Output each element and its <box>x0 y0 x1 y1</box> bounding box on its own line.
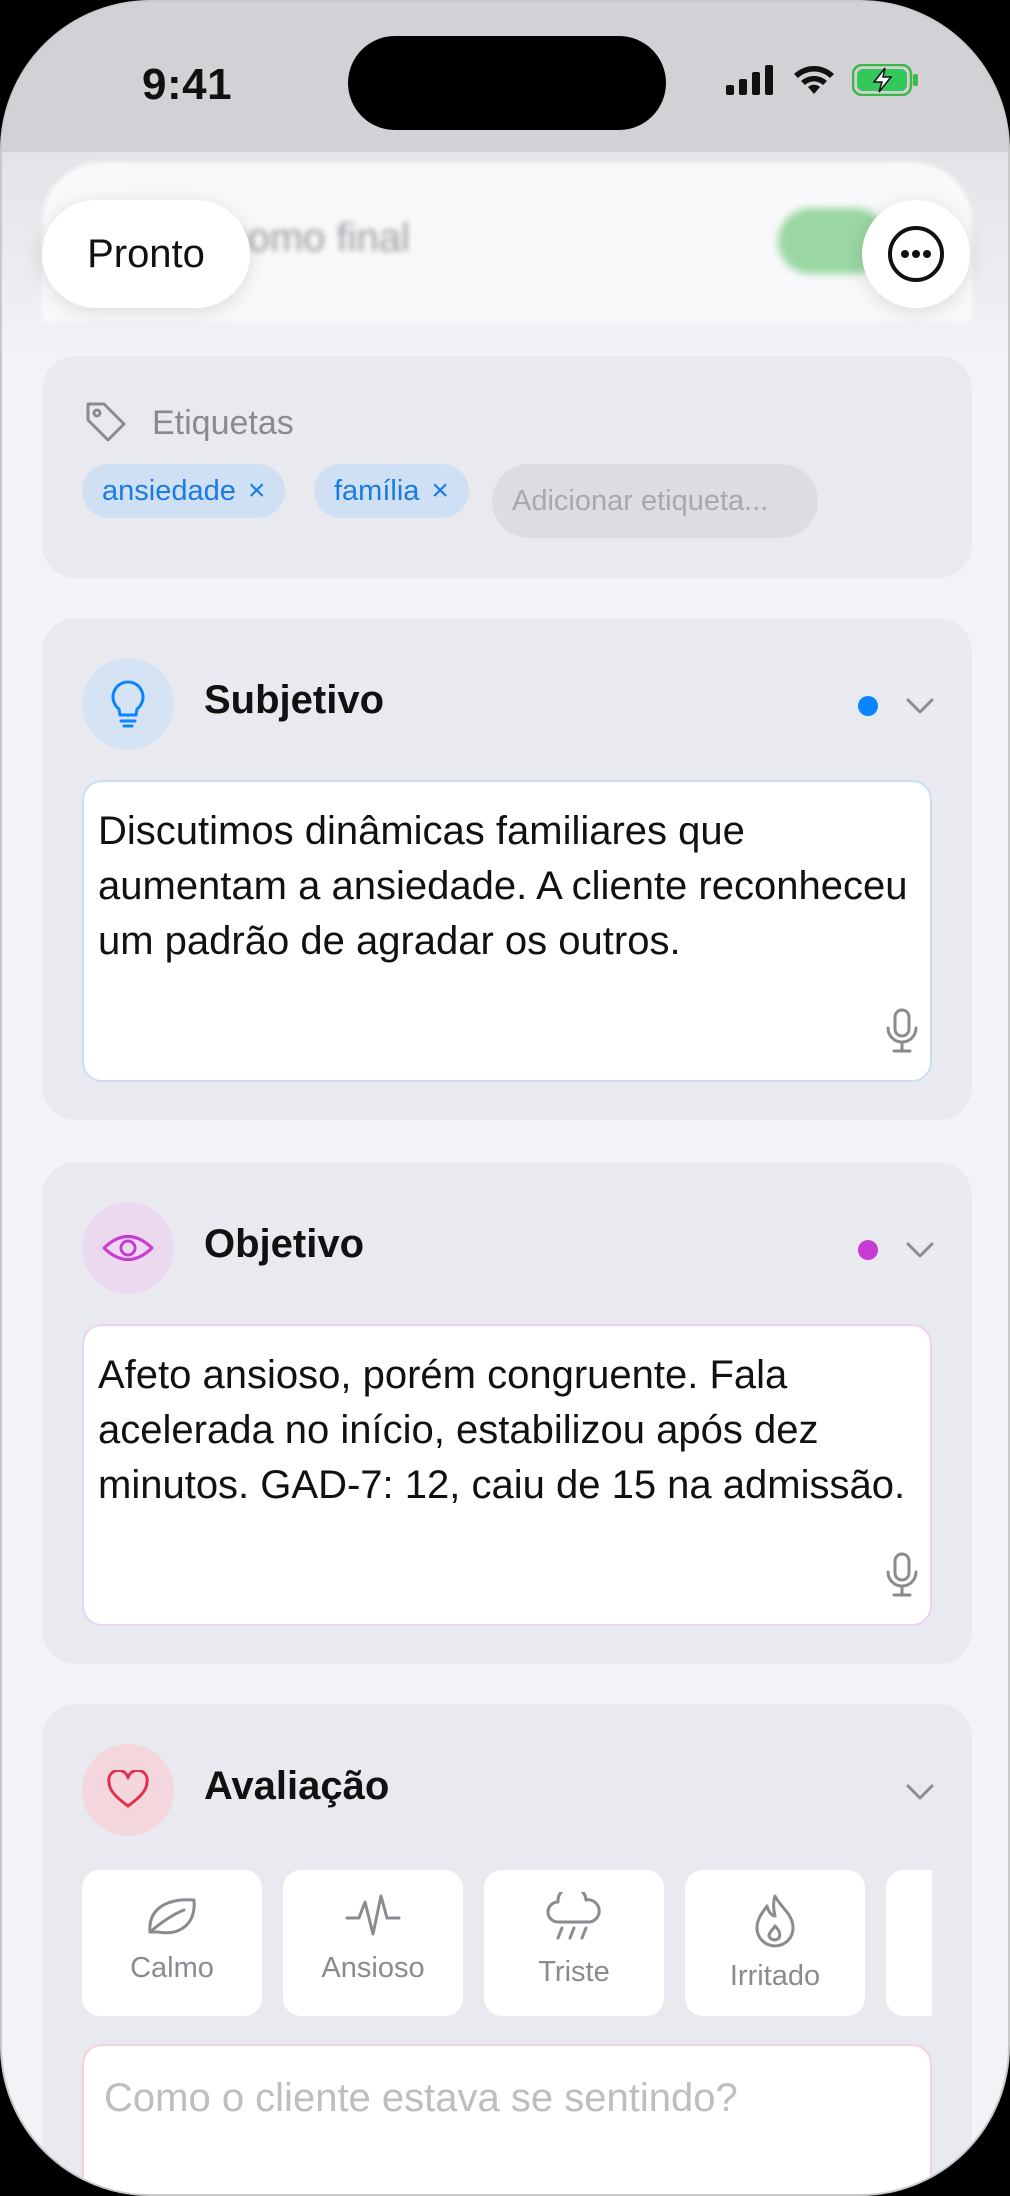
subjective-text: Discutimos dinâmicas familiares que aume… <box>98 809 908 963</box>
signal-icon <box>726 65 773 95</box>
assessment-title: Avaliação <box>204 1764 390 1808</box>
assessment-icon-badge <box>82 1744 174 1836</box>
mood-option-ansioso[interactable]: Ansioso <box>283 1870 463 2016</box>
eye-icon <box>102 1235 154 1261</box>
mood-option-irritado[interactable]: Irritado <box>685 1870 865 2016</box>
subjective-icon-badge <box>82 658 174 750</box>
more-options-button[interactable] <box>862 200 970 308</box>
chevron-down-icon[interactable] <box>904 690 936 722</box>
flame-icon <box>755 1894 795 1948</box>
remove-tag-icon[interactable]: × <box>248 474 266 508</box>
status-bar: 9:41 <box>2 2 1008 152</box>
objective-text: Afeto ansioso, porém congruente. Fala ac… <box>98 1353 906 1507</box>
ellipsis-circle-icon <box>888 226 944 282</box>
microphone-icon[interactable] <box>884 1008 920 1054</box>
mood-option-partial[interactable] <box>886 1870 932 2016</box>
leaf-icon <box>148 1898 196 1935</box>
objective-status-dot <box>858 1240 878 1260</box>
tag-chip-label: família <box>334 474 420 507</box>
wifi-icon <box>794 66 834 94</box>
heart-icon <box>107 1770 149 1808</box>
battery-charging-icon <box>852 64 918 96</box>
subjective-text-field[interactable]: Discutimos dinâmicas familiares que aume… <box>82 780 932 1082</box>
objective-title: Objetivo <box>204 1222 365 1266</box>
chevron-down-icon[interactable] <box>904 1776 936 1808</box>
rain-cloud-icon <box>546 1892 601 1940</box>
subjective-status-dot <box>858 696 878 716</box>
add-tag-input[interactable]: Adicionar etiqueta... <box>492 464 818 538</box>
objective-card: Objetivo Afeto ansioso, porém congruente… <box>42 1162 972 1664</box>
subjective-card: Subjetivo Discutimos dinâmicas familiare… <box>42 618 972 1120</box>
assessment-card: Avaliação Calmo Ansioso Triste Irritado … <box>42 1704 972 2194</box>
chevron-down-icon[interactable] <box>904 1234 936 1266</box>
mood-label: Irritado <box>729 1960 821 1992</box>
objective-icon-badge <box>82 1202 174 1294</box>
microphone-icon[interactable] <box>884 1552 920 1598</box>
tag-chip-ansiedade[interactable]: ansiedade × <box>82 464 286 518</box>
tag-icon <box>86 402 126 442</box>
mood-label: Calmo <box>130 1952 214 1984</box>
mood-option-triste[interactable]: Triste <box>484 1870 664 2016</box>
feeling-input[interactable]: Como o cliente estava se sentindo? <box>82 2044 932 2194</box>
dynamic-island <box>348 36 666 130</box>
mood-label: Triste <box>538 1956 610 1988</box>
tags-title: Etiquetas <box>152 404 294 442</box>
tags-card: Etiquetas ansiedade × família × Adiciona… <box>42 356 972 578</box>
status-time: 9:41 <box>142 60 233 109</box>
mood-label: Ansioso <box>321 1952 425 1984</box>
mood-option-calmo[interactable]: Calmo <box>82 1870 262 2016</box>
pulse-icon <box>345 1894 401 1936</box>
mood-selector: Calmo Ansioso Triste Irritado <box>82 1870 932 2016</box>
phone-screen: 9:41 Marcar como final Pronto Etiquetas … <box>0 0 1010 2196</box>
status-icons <box>726 64 920 96</box>
subjective-title: Subjetivo <box>204 678 385 722</box>
lightbulb-icon <box>111 680 145 728</box>
objective-text-field[interactable]: Afeto ansioso, porém congruente. Fala ac… <box>82 1324 932 1626</box>
tag-chip-familia[interactable]: família × <box>314 464 469 518</box>
remove-tag-icon[interactable]: × <box>431 474 449 508</box>
done-button[interactable]: Pronto <box>42 200 250 308</box>
tag-chip-label: ansiedade <box>102 474 236 507</box>
